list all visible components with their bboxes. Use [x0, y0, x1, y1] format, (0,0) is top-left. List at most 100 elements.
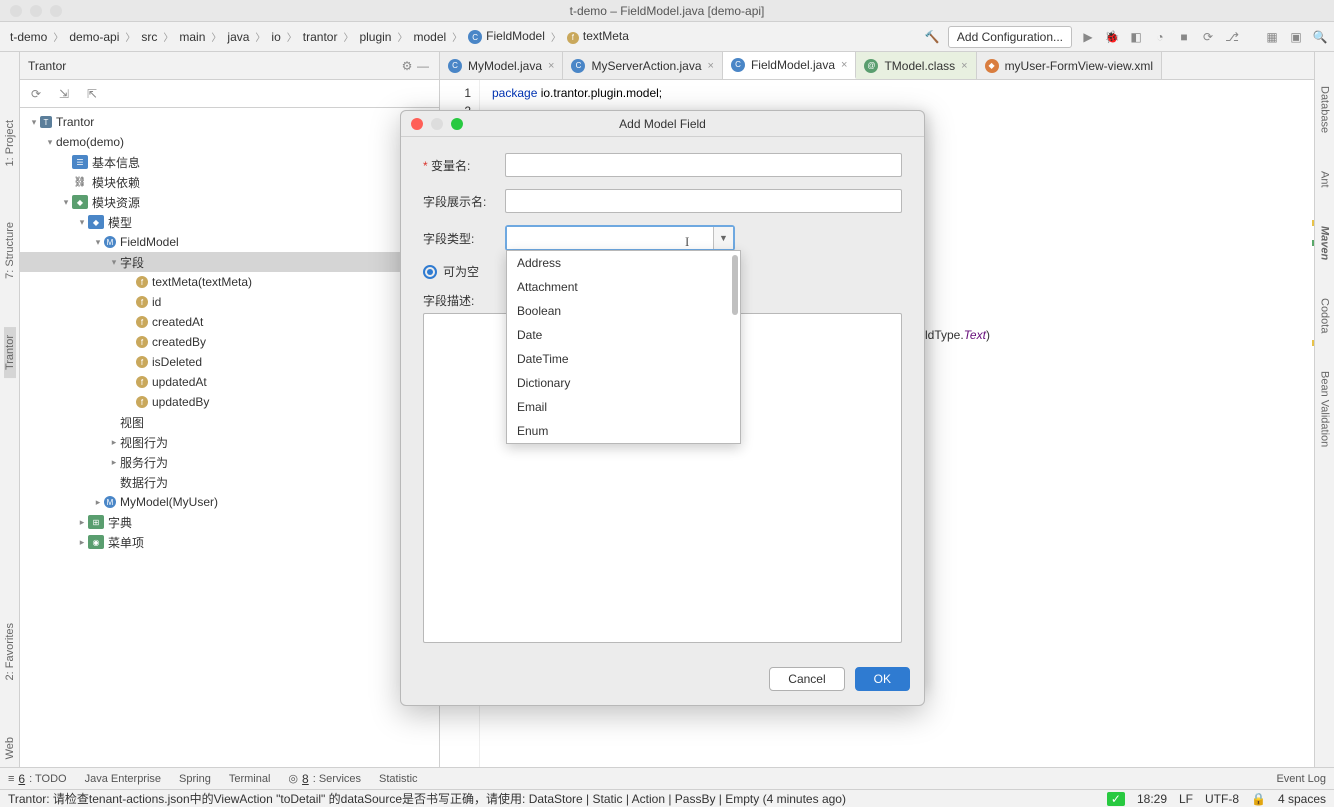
- editor-tab[interactable]: CMyModel.java×: [440, 52, 563, 79]
- tree-node[interactable]: ▸MMyModel(MyUser): [20, 492, 439, 512]
- status-encoding[interactable]: UTF-8: [1205, 792, 1239, 806]
- panel-tab-ant[interactable]: Ant: [1319, 167, 1331, 192]
- tree-node[interactable]: fcreatedBy: [20, 332, 439, 352]
- panel-tab-trantor[interactable]: Trantor: [4, 327, 16, 378]
- breadcrumb-item[interactable]: main: [175, 28, 209, 46]
- gear-icon[interactable]: ⚙: [399, 58, 415, 74]
- breadcrumb-item[interactable]: ftextMeta: [563, 27, 633, 46]
- disclosure-icon[interactable]: ▾: [60, 197, 72, 208]
- dropdown-option[interactable]: Address: [507, 251, 740, 275]
- disclosure-icon[interactable]: ▸: [108, 457, 120, 468]
- dropdown-option[interactable]: Date: [507, 323, 740, 347]
- minimize-icon[interactable]: [30, 5, 42, 17]
- editor-tab[interactable]: @TModel.class×: [856, 52, 976, 79]
- chevron-down-icon[interactable]: ▼: [713, 227, 733, 249]
- disclosure-icon[interactable]: ▸: [76, 517, 88, 528]
- disclosure-icon[interactable]: ▸: [76, 537, 88, 548]
- disclosure-icon[interactable]: ▾: [108, 257, 120, 268]
- close-tab-icon[interactable]: ×: [708, 60, 714, 72]
- layout-icon[interactable]: ▦: [1264, 29, 1280, 45]
- breadcrumb-item[interactable]: java: [223, 28, 253, 46]
- tree-node[interactable]: ▸视图行为: [20, 432, 439, 452]
- dropdown-option[interactable]: Attachment: [507, 275, 740, 299]
- dialog-titlebar[interactable]: Add Model Field: [401, 111, 924, 137]
- dialog-close-icon[interactable]: [411, 118, 423, 130]
- close-tab-icon[interactable]: ×: [961, 60, 967, 72]
- tree-node[interactable]: ▾demo(demo): [20, 132, 439, 152]
- run-configuration-select[interactable]: Add Configuration...: [948, 26, 1072, 48]
- stop-icon[interactable]: ■: [1176, 29, 1192, 45]
- dropdown-option[interactable]: Enum: [507, 419, 740, 443]
- panel-tab-database[interactable]: Database: [1319, 82, 1331, 137]
- tree-node[interactable]: ⛓模块依赖: [20, 172, 439, 192]
- tree-node[interactable]: ▾MFieldModel: [20, 232, 439, 252]
- ok-button[interactable]: OK: [855, 667, 910, 691]
- tree-node[interactable]: fcreatedAt: [20, 312, 439, 332]
- tree-node[interactable]: 视图: [20, 412, 439, 432]
- close-icon[interactable]: [10, 5, 22, 17]
- refresh-icon[interactable]: ⟳: [28, 86, 44, 102]
- tree-node[interactable]: ▾字段: [20, 252, 439, 272]
- event-log-button[interactable]: Event Log: [1276, 773, 1326, 785]
- tool-services[interactable]: ◎ 8: Services: [288, 772, 361, 786]
- status-line-ending[interactable]: LF: [1179, 792, 1193, 806]
- status-indicator-icon[interactable]: ✓: [1107, 792, 1125, 806]
- tool-java-enterprise[interactable]: Java Enterprise: [85, 773, 161, 785]
- editor-tab[interactable]: CMyServerAction.java×: [563, 52, 722, 79]
- panel-tab-favorites[interactable]: 2: Favorites: [4, 615, 16, 688]
- field-type-combobox[interactable]: ▼: [505, 225, 735, 251]
- display-name-input[interactable]: [505, 189, 902, 213]
- collapse-all-icon[interactable]: ⇱: [84, 86, 100, 102]
- debug-icon[interactable]: 🐞: [1104, 29, 1120, 45]
- panel-tab-structure[interactable]: 7: Structure: [4, 214, 16, 287]
- nullable-radio[interactable]: [423, 265, 437, 279]
- profile-icon[interactable]: ◔: [1152, 29, 1168, 45]
- dropdown-option[interactable]: Boolean: [507, 299, 740, 323]
- build-icon[interactable]: 🔨: [924, 29, 940, 45]
- breadcrumb-item[interactable]: plugin: [355, 28, 395, 46]
- breadcrumb-item[interactable]: trantor: [299, 28, 342, 46]
- git-icon[interactable]: ⎇: [1224, 29, 1240, 45]
- panel-tab-web[interactable]: Web: [4, 729, 16, 767]
- tree-node[interactable]: ▾TTrantor: [20, 112, 439, 132]
- panel-tab-bean-validation[interactable]: Bean Validation: [1319, 367, 1331, 451]
- tree-node[interactable]: ▸◉菜单项: [20, 532, 439, 552]
- dropdown-option[interactable]: Email: [507, 395, 740, 419]
- tree-node[interactable]: ▸⊞字典: [20, 512, 439, 532]
- editor-tab[interactable]: ◆myUser-FormView-view.xml: [977, 52, 1162, 79]
- breadcrumb-item[interactable]: model: [409, 28, 450, 46]
- tree-node[interactable]: ☰基本信息: [20, 152, 439, 172]
- search-icon[interactable]: 🔍: [1312, 29, 1328, 45]
- close-tab-icon[interactable]: ×: [841, 59, 847, 71]
- cancel-button[interactable]: Cancel: [769, 667, 844, 691]
- panel-tab-project[interactable]: 1: Project: [4, 112, 16, 174]
- panel-tab-codota[interactable]: Codota: [1319, 294, 1331, 337]
- tree-node[interactable]: fid: [20, 292, 439, 312]
- tree-node[interactable]: ▸服务行为: [20, 452, 439, 472]
- breadcrumb-item[interactable]: t-demo: [6, 28, 51, 46]
- coverage-icon[interactable]: ◧: [1128, 29, 1144, 45]
- status-indent[interactable]: 4 spaces: [1278, 792, 1326, 806]
- disclosure-icon[interactable]: ▾: [44, 137, 56, 148]
- dropdown-option[interactable]: Dictionary: [507, 371, 740, 395]
- breadcrumb-item[interactable]: demo-api: [65, 28, 123, 46]
- panel-tab-maven[interactable]: Maven: [1319, 222, 1331, 264]
- tree-node[interactable]: ▾◆模块资源: [20, 192, 439, 212]
- editor-tab[interactable]: CFieldModel.java×: [723, 52, 856, 79]
- var-name-input[interactable]: [505, 153, 902, 177]
- dialog-zoom-icon[interactable]: [451, 118, 463, 130]
- hide-icon[interactable]: —: [415, 58, 431, 74]
- tool-spring[interactable]: Spring: [179, 773, 211, 785]
- tree-node[interactable]: fupdatedAt: [20, 372, 439, 392]
- tree-node[interactable]: 数据行为: [20, 472, 439, 492]
- disclosure-icon[interactable]: ▾: [76, 217, 88, 228]
- tool-terminal[interactable]: Terminal: [229, 773, 271, 785]
- breadcrumb-item[interactable]: io: [267, 28, 284, 46]
- settings-icon[interactable]: ▣: [1288, 29, 1304, 45]
- scrollbar-thumb[interactable]: [732, 255, 738, 315]
- project-tree[interactable]: ▾TTrantor▾demo(demo)☰基本信息⛓模块依赖▾◆模块资源▾◆模型…: [20, 108, 439, 767]
- lock-icon[interactable]: 🔒: [1251, 792, 1266, 806]
- tree-node[interactable]: fupdatedBy: [20, 392, 439, 412]
- breadcrumb-item[interactable]: src: [137, 28, 161, 46]
- field-type-input[interactable]: [507, 227, 713, 249]
